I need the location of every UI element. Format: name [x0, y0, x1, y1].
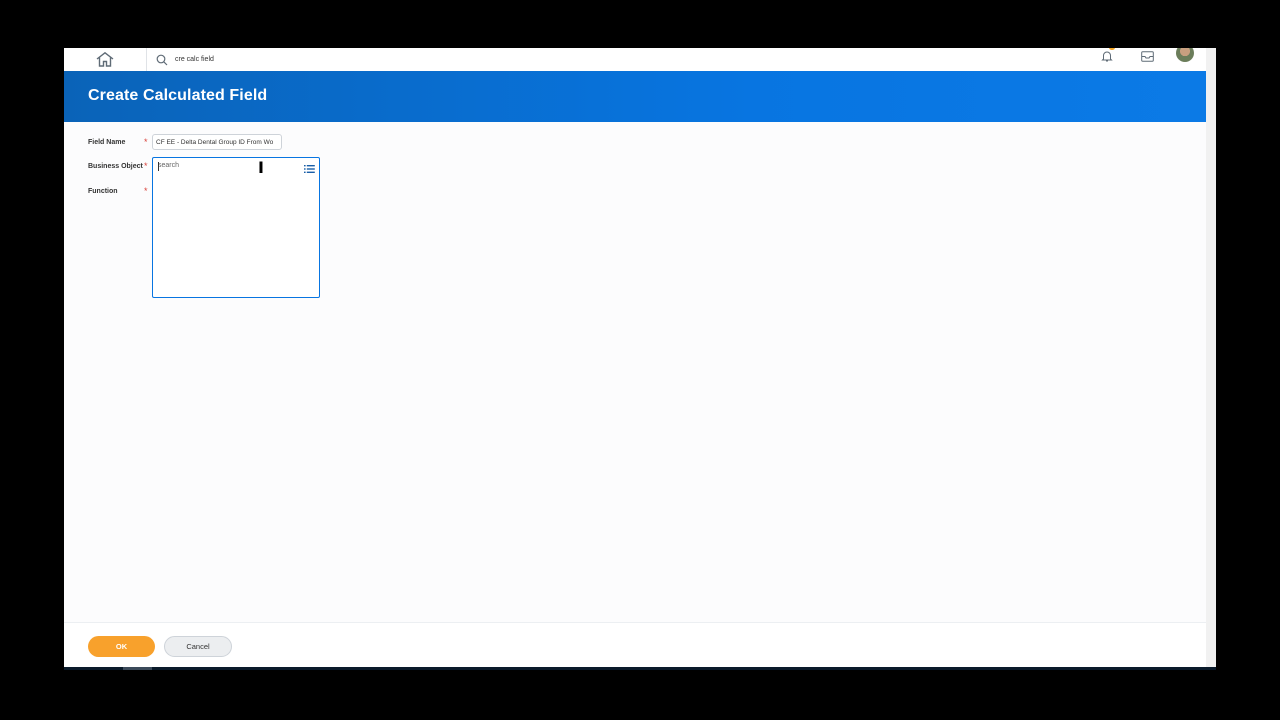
notification-badge: [1109, 48, 1115, 50]
page-header-banner: Create Calculated Field: [64, 71, 1206, 122]
business-object-label: Business Object: [88, 163, 143, 170]
search-icon: [156, 54, 168, 66]
global-search-input[interactable]: cre calc field: [175, 56, 214, 63]
inbox-button[interactable]: [1139, 48, 1155, 64]
taskbar-item[interactable]: [123, 667, 152, 670]
top-navigation-bar: cre calc field: [64, 48, 1206, 71]
create-calculated-field-form: Field Name * CF EE - Delta Dental Group …: [64, 122, 1206, 622]
bell-icon: [1101, 50, 1113, 62]
notifications-button[interactable]: [1099, 48, 1115, 64]
business-object-required-mark: *: [144, 161, 148, 171]
workday-app-window: cre calc field Create Calculated Field F…: [64, 48, 1216, 667]
page-title: Create Calculated Field: [88, 87, 268, 104]
field-name-input[interactable]: CF EE - Delta Dental Group ID From Wo: [152, 134, 282, 150]
mouse-ibeam-cursor: I: [258, 158, 264, 177]
cancel-button[interactable]: Cancel: [164, 636, 232, 657]
ok-button[interactable]: OK: [88, 636, 155, 657]
form-footer: OK Cancel: [64, 622, 1206, 667]
function-label: Function: [88, 188, 118, 195]
user-avatar[interactable]: [1176, 48, 1194, 62]
business-object-prompt-panel[interactable]: search: [152, 157, 320, 298]
list-icon[interactable]: [304, 161, 315, 173]
inbox-icon: [1140, 50, 1154, 62]
field-name-required-mark: *: [144, 137, 148, 147]
text-cursor: [158, 162, 159, 171]
taskbar: [64, 667, 1216, 670]
business-object-search-input[interactable]: search: [158, 162, 179, 169]
global-search[interactable]: cre calc field: [156, 48, 214, 71]
home-icon: [96, 52, 114, 67]
field-name-label: Field Name: [88, 139, 126, 146]
page-scrollbar[interactable]: [1206, 48, 1216, 667]
home-button[interactable]: [64, 48, 147, 71]
function-required-mark: *: [144, 186, 148, 196]
